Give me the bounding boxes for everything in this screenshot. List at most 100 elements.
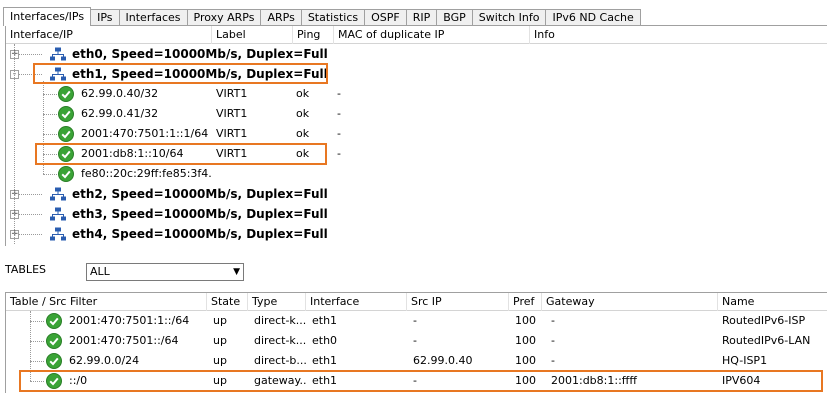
ip-label: VIRT1 [216,147,248,160]
route-gateway: - [551,354,555,367]
col-header-name[interactable]: Name [718,293,827,311]
interface-name: eth3, Speed=10000Mb/s, Duplex=Full [72,207,328,221]
ok-check-icon [58,126,74,142]
tab-arps[interactable]: ARPs [260,9,302,26]
ip-address: 2001:470:7501:1::1/64 [81,127,209,140]
ping-status: ok [296,87,310,100]
route-pref: 100 [515,374,536,387]
col-header-interface[interactable]: Interface [306,293,407,311]
ip-label: VIRT1 [216,107,248,120]
ip-row[interactable]: 2001:470:7501:1::1/64 VIRT1 ok - [6,124,827,144]
network-interface-icon [50,47,66,61]
ip-row[interactable]: 2001:db8:1::10/64 VIRT1 ok - [6,144,827,164]
route-type: gateway... [254,374,306,387]
ok-check-icon [46,313,62,329]
route-interface: eth0 [312,334,338,347]
interface-row[interactable]: - eth1, Speed=10000Mb/s, Duplex=Full [6,64,827,84]
tree-connector [43,174,57,175]
route-name: IPV604 [722,374,761,387]
ip-label [216,164,292,184]
route-src-ip: 62.99.0.40 [413,354,473,367]
col-header-mac-duplicate[interactable]: MAC of duplicate IP [334,26,530,44]
interfaces-tree-grid[interactable]: Interface/IP Label Ping MAC of duplicate… [5,26,827,246]
route-src-ip: - [413,374,417,387]
tree-root-line [14,44,15,244]
route-pref: 100 [515,334,536,347]
col-header-interface-ip[interactable]: Interface/IP [6,26,212,44]
chevron-down-icon: ▼ [233,267,240,277]
tab-proxy-arps[interactable]: Proxy ARPs [186,9,262,26]
route-pref: 100 [515,354,536,367]
ping-status [296,164,332,184]
ok-check-icon [58,166,74,182]
tab-rip[interactable]: RIP [405,9,438,26]
interface-name: eth0, Speed=10000Mb/s, Duplex=Full [72,47,328,61]
tree-connector [43,94,57,95]
ip-label: VIRT1 [216,127,248,140]
route-state: up [213,374,227,387]
col-header-ping[interactable]: Ping [293,26,334,44]
ip-address: fe80::20c:29ff:fe85:3f4... [81,167,211,180]
col-header-type[interactable]: Type [248,293,306,311]
route-interface: eth1 [312,374,338,387]
ip-label: VIRT1 [216,87,248,100]
tree-connector [43,154,57,155]
route-pref: 100 [515,314,536,327]
interface-row[interactable]: + eth0, Speed=10000Mb/s, Duplex=Full [6,44,827,64]
route-interface: eth1 [312,354,338,367]
route-name: RoutedIPv6-LAN [722,334,811,347]
grid-header: Interface/IP Label Ping MAC of duplicate… [6,26,827,44]
col-header-pref[interactable]: Pref [509,293,542,311]
interface-row[interactable]: + eth3, Speed=10000Mb/s, Duplex=Full [6,204,827,224]
col-header-state[interactable]: State [207,293,248,311]
ip-row[interactable]: 62.99.0.40/32 VIRT1 ok - [6,84,827,104]
interface-name: eth4, Speed=10000Mb/s, Duplex=Full [72,227,328,241]
ip-address: 62.99.0.41/32 [81,107,159,120]
route-gateway: - [551,334,555,347]
tree-connector [30,381,44,382]
interface-row[interactable]: + eth4, Speed=10000Mb/s, Duplex=Full [6,224,827,244]
col-header-label[interactable]: Label [212,26,293,44]
route-row[interactable]: 62.99.0.0/24 up direct-b... eth1 62.99.0.40 1… [6,351,827,371]
tab-switch-info[interactable]: Switch Info [471,9,547,26]
ip-row[interactable]: 62.99.0.41/32 VIRT1 ok - [6,104,827,124]
tree-connector [30,341,44,342]
tree-root-line [30,311,31,381]
tab-interfaces-ips[interactable]: Interfaces/IPs [3,7,92,26]
route-type: direct-k... [254,334,306,347]
duplicate-mac: - [337,127,341,140]
network-interface-icon [50,207,66,221]
route-row[interactable]: 2001:470:7501::/64 up direct-k... eth0 - 100 -… [6,331,827,351]
route-interface: eth1 [312,314,338,327]
route-row[interactable]: ::/0 up gateway... eth1 - 100 2001:db8:1::ffff… [6,371,827,391]
col-header-table-src-filter[interactable]: Table / Src Filter [6,293,207,311]
duplicate-mac: - [337,147,341,160]
route-gateway: - [551,314,555,327]
route-name: HQ-ISP1 [722,354,768,367]
tab-bgp[interactable]: BGP [436,9,473,26]
col-header-gateway[interactable]: Gateway [542,293,718,311]
route-destination: ::/0 [69,374,88,387]
ok-check-icon [46,353,62,369]
duplicate-mac: - [337,87,341,100]
ip-row[interactable]: fe80::20c:29ff:fe85:3f4... [6,164,827,184]
ip-address: 62.99.0.40/32 [81,87,159,100]
route-row[interactable]: 2001:470:7501:1::/64 up direct-k... eth1 - 10… [6,311,827,331]
tab-ipv6-nd-cache[interactable]: IPv6 ND Cache [545,9,641,26]
tab-ospf[interactable]: OSPF [364,9,407,26]
tables-label: TABLES [5,263,46,276]
ok-check-icon [58,86,74,102]
tab-bar: Interfaces/IPs IPs Interfaces Proxy ARPs… [3,7,641,26]
col-header-info[interactable]: Info [530,26,827,44]
tab-ips[interactable]: IPs [90,9,120,26]
routes-grid[interactable]: Table / Src Filter State Type Interface … [5,292,827,393]
tab-statistics[interactable]: Statistics [300,9,366,26]
col-header-src-ip[interactable]: Src IP [407,293,509,311]
duplicate-mac [337,164,527,184]
tree-connector [43,114,57,115]
ping-status: ok [296,147,310,160]
interface-name: eth2, Speed=10000Mb/s, Duplex=Full [72,187,328,201]
tables-dropdown[interactable]: ALL ▼ [86,263,244,281]
tab-interfaces[interactable]: Interfaces [118,9,188,26]
interface-row[interactable]: + eth2, Speed=10000Mb/s, Duplex=Full [6,184,827,204]
